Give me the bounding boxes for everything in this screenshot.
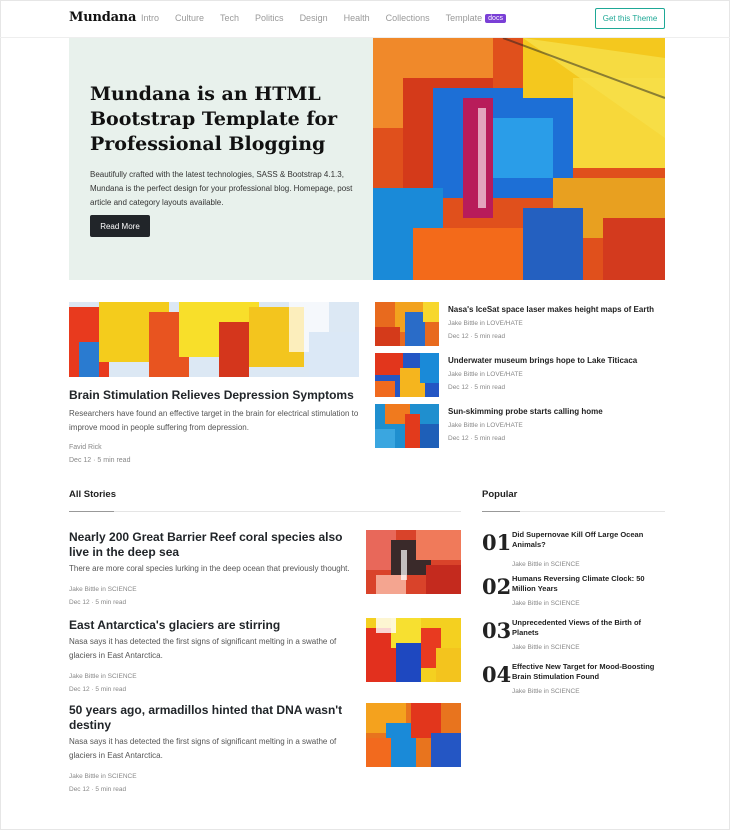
story-description: There are more coral species lurking in … [69,564,350,573]
side-article-thumbnail[interactable] [375,353,439,397]
story-title[interactable]: 50 years ago, armadillos hinted that DNA… [69,703,359,733]
side-article[interactable]: Nasa's IceSat space laser makes height m… [375,302,665,347]
all-stories-divider [69,511,461,512]
featured-title[interactable]: Brain Stimulation Relieves Depression Sy… [69,388,354,402]
nav-link-collections[interactable]: Collections [386,13,430,23]
side-article-thumbnail[interactable] [375,404,439,448]
popular-author[interactable]: Jake Bittle in SCIENCE [512,688,580,695]
nav-link-template-label: Template [445,13,483,23]
nav-link-tech[interactable]: Tech [220,13,239,23]
story-image[interactable] [366,618,461,682]
popular-author[interactable]: Jake Bittle in SCIENCE [512,561,580,568]
docs-badge: docs [485,14,506,23]
popular-title[interactable]: Humans Reversing Climate Clock: 50 Milli… [512,574,662,594]
story-item: East Antarctica's glaciers are stirring … [69,618,461,693]
story-date: Dec 12 · 5 min read [69,786,127,793]
popular-number: 03 [482,618,512,643]
side-article-author[interactable]: Jake Bittle in LOVE/HATE [448,320,523,327]
side-article-author[interactable]: Jake Bittle in LOVE/HATE [448,422,523,429]
popular-title[interactable]: Unprecedented Views of the Birth of Plan… [512,618,662,638]
side-article-title[interactable]: Nasa's IceSat space laser makes height m… [448,305,654,314]
nav-link-health[interactable]: Health [344,13,370,23]
brand-logo[interactable]: Mundana [69,10,136,25]
hero-jumbotron: Mundana is an HTML Bootstrap Template fo… [69,38,665,280]
story-image[interactable] [366,703,461,767]
popular-heading: Popular [482,489,518,500]
nav-link-politics[interactable]: Politics [255,13,284,23]
side-article[interactable]: Sun-skimming probe starts calling home J… [375,404,665,449]
side-article[interactable]: Underwater museum brings hope to Lake Ti… [375,353,665,398]
nav-link-template[interactable]: Template docs [446,13,506,23]
story-description: Nasa says it has detected the first sign… [69,637,337,660]
popular-author[interactable]: Jake Bittle in SCIENCE [512,644,580,651]
popular-number: 04 [482,662,512,687]
story-title[interactable]: East Antarctica's glaciers are stirring [69,618,359,633]
all-stories-underline [69,511,114,512]
side-article-date: Dec 12 · 5 min read [448,435,506,442]
story-item: 50 years ago, armadillos hinted that DNA… [69,703,461,793]
side-article-thumbnail[interactable] [375,302,439,346]
hero-description: Beautifully crafted with the latest tech… [90,170,353,207]
story-title[interactable]: Nearly 200 Great Barrier Reef coral spec… [69,530,359,560]
featured-description: Researchers have found an effective targ… [69,409,359,432]
popular-item: 04 Effective New Target for Mood-Boostin… [482,662,665,722]
top-navbar: Mundana Intro Culture Tech Politics Desi… [0,0,730,38]
popular-number: 01 [482,530,512,555]
popular-title[interactable]: Did Supernovae Kill Off Large Ocean Anim… [512,530,662,550]
side-article-title[interactable]: Underwater museum brings hope to Lake Ti… [448,356,637,365]
story-author[interactable]: Jake Bittle in SCIENCE [69,773,461,780]
featured-date: Dec 12 · 5 min read [69,457,131,464]
popular-title[interactable]: Effective New Target for Mood-Boosting B… [512,662,662,682]
nav-link-culture[interactable]: Culture [175,13,204,23]
side-article-date: Dec 12 · 5 min read [448,384,506,391]
nav-link-intro[interactable]: Intro [141,13,159,23]
hero-title: Mundana is an HTML Bootstrap Template fo… [90,83,338,155]
story-date: Dec 12 · 5 min read [69,686,127,693]
featured-image[interactable] [69,302,359,377]
nav-links: Intro Culture Tech Politics Design Healt… [141,13,522,23]
nav-link-design[interactable]: Design [300,13,328,23]
read-more-button[interactable]: Read More [90,215,150,237]
side-article-date: Dec 12 · 5 min read [448,333,506,340]
all-stories-heading: All Stories [69,489,116,500]
popular-author[interactable]: Jake Bittle in SCIENCE [512,600,580,607]
featured-author[interactable]: Favid Rick [69,444,102,451]
story-image[interactable] [366,530,461,594]
story-date: Dec 12 · 5 min read [69,599,127,606]
popular-underline [482,511,520,512]
get-theme-button[interactable]: Get this Theme [595,8,665,29]
story-description: Nasa says it has detected the first sign… [69,737,337,760]
side-article-title[interactable]: Sun-skimming probe starts calling home [448,407,603,416]
hero-image[interactable] [373,38,665,280]
story-item: Nearly 200 Great Barrier Reef coral spec… [69,530,461,606]
side-article-author[interactable]: Jake Bittle in LOVE/HATE [448,371,523,378]
popular-number: 02 [482,574,512,599]
